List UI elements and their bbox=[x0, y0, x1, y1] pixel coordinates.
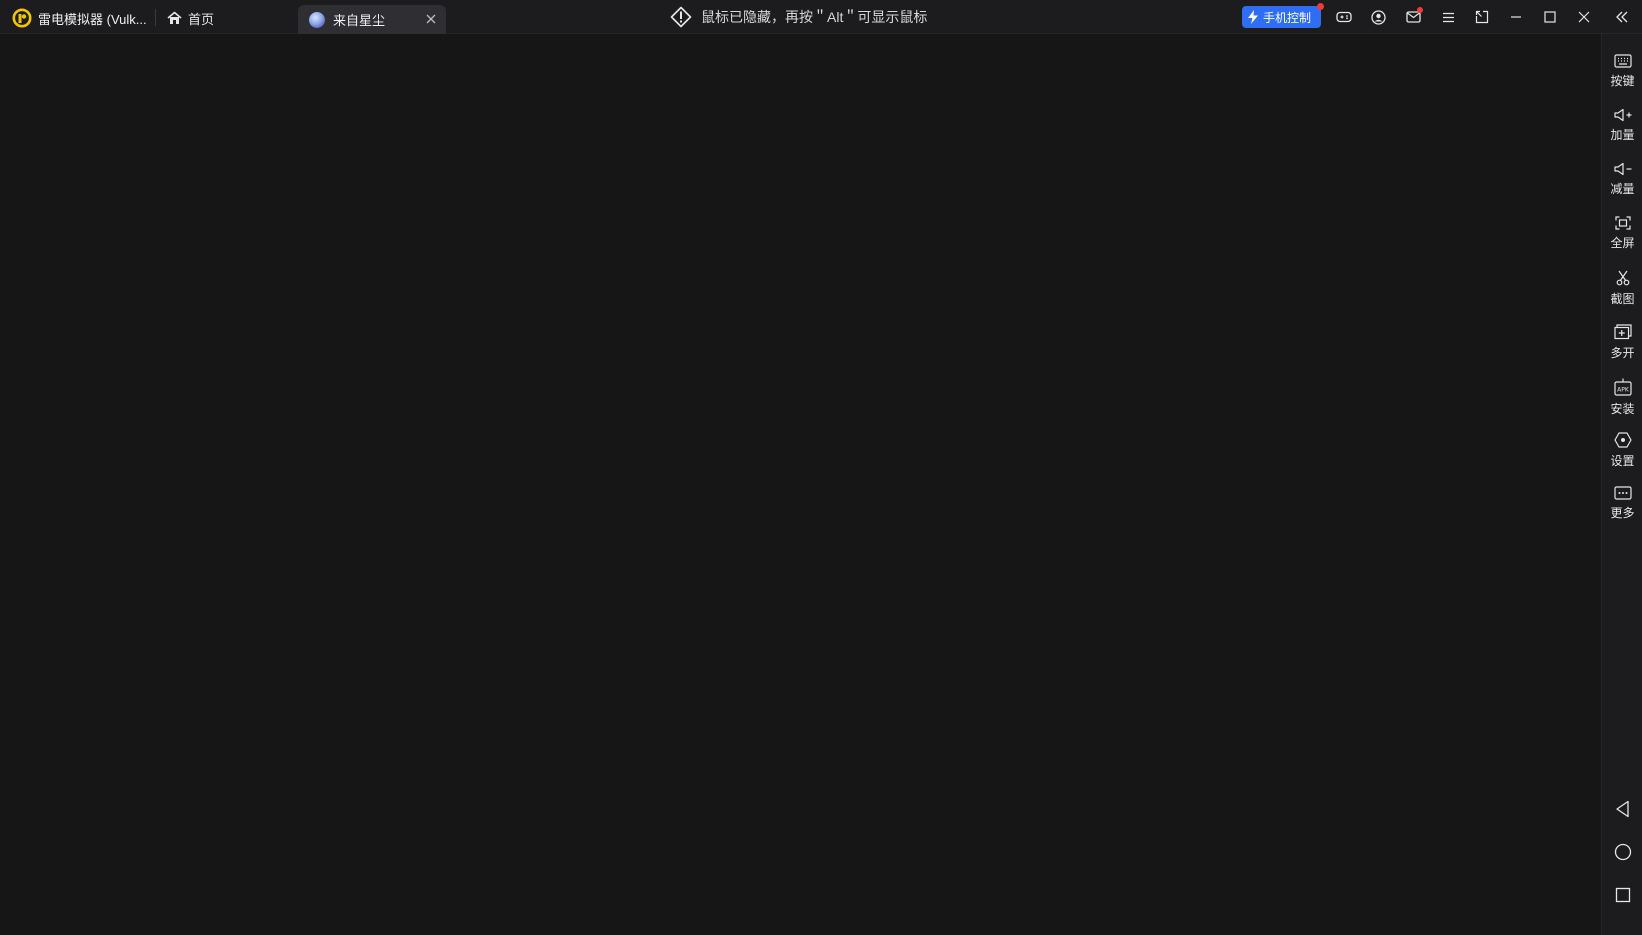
scissors-icon bbox=[1616, 270, 1629, 286]
home-icon bbox=[167, 11, 182, 24]
sidebar-item-fullscreen[interactable]: 全屏 bbox=[1602, 208, 1642, 258]
volume-up-icon bbox=[1613, 108, 1631, 122]
sidebar-item-settings[interactable]: 设置 bbox=[1602, 424, 1642, 474]
game-tab-label: 来自星尘 bbox=[333, 13, 386, 28]
close-icon bbox=[1578, 11, 1590, 23]
emulator-window: 雷电模拟器 (Vulk... 首页 来自星尘 鼠标已隐藏，再按＂Alt＂可显示鼠… bbox=[0, 0, 1642, 935]
window-mode-button[interactable] bbox=[1472, 7, 1492, 27]
sidebar-item-keymap[interactable]: 按键 bbox=[1602, 46, 1642, 96]
right-toolbar: 按键 加量 减量 全屏 截图 多开 APK 安装 设置 更多 bbox=[1601, 34, 1642, 935]
sidebar-item-volume-down[interactable]: 减量 bbox=[1602, 154, 1642, 204]
window-mode-icon bbox=[1475, 10, 1489, 24]
sidebar-item-screenshot[interactable]: 截图 bbox=[1602, 262, 1642, 312]
back-icon[interactable] bbox=[1613, 799, 1633, 819]
game-tab[interactable]: 来自星尘 bbox=[298, 5, 446, 34]
keyboard-icon bbox=[1613, 54, 1632, 68]
home-tab-label: 首页 bbox=[188, 11, 215, 27]
maximize-icon bbox=[1544, 11, 1556, 23]
sidebar-item-multi-instance[interactable]: 多开 bbox=[1602, 316, 1642, 366]
apk-install-icon: APK bbox=[1613, 378, 1632, 396]
mail-badge bbox=[1417, 7, 1423, 13]
account-button[interactable] bbox=[1368, 7, 1388, 27]
home-tab[interactable]: 首页 bbox=[163, 5, 218, 31]
fullscreen-icon bbox=[1614, 216, 1631, 230]
more-icon bbox=[1613, 486, 1632, 500]
sidebar-item-label: 加量 bbox=[1610, 128, 1635, 142]
sidebar-item-volume-up[interactable]: 加量 bbox=[1602, 100, 1642, 150]
svg-text:APK: APK bbox=[1617, 387, 1630, 394]
title-divider bbox=[155, 9, 156, 26]
phone-control-button[interactable]: 手机控制 bbox=[1242, 3, 1324, 28]
user-icon bbox=[1370, 9, 1386, 25]
mail-button[interactable] bbox=[1403, 7, 1423, 27]
sidebar-item-install-apk[interactable]: APK 安装 bbox=[1602, 370, 1642, 420]
sidebar-item-label: 多开 bbox=[1610, 346, 1635, 360]
phone-control-label: 手机控制 bbox=[1263, 10, 1312, 25]
warning-icon bbox=[670, 6, 692, 28]
mouse-hidden-notice: 鼠标已隐藏，再按＂Alt＂可显示鼠标 bbox=[670, 6, 927, 28]
sidebar-item-label: 全屏 bbox=[1610, 236, 1635, 250]
app-title: 雷电模拟器 (Vulk... bbox=[38, 12, 147, 27]
minimize-button[interactable] bbox=[1506, 7, 1526, 27]
menu-icon bbox=[1442, 12, 1454, 22]
emulator-screen[interactable] bbox=[0, 34, 1601, 935]
menu-button[interactable] bbox=[1438, 7, 1458, 27]
gamepad-icon bbox=[1336, 11, 1352, 23]
sidebar-item-label: 截图 bbox=[1610, 292, 1635, 306]
ldplayer-logo-icon bbox=[12, 8, 32, 28]
game-app-icon bbox=[309, 11, 325, 28]
volume-down-icon bbox=[1613, 162, 1631, 176]
notice-text: 鼠标已隐藏，再按＂Alt＂可显示鼠标 bbox=[701, 9, 928, 25]
double-chevron-left-icon bbox=[1616, 11, 1628, 23]
settings-icon bbox=[1613, 432, 1632, 448]
sidebar-item-label: 设置 bbox=[1610, 454, 1635, 468]
close-window-button[interactable] bbox=[1574, 7, 1594, 27]
collapse-sidebar-button[interactable] bbox=[1612, 7, 1632, 27]
sidebar-item-label: 按键 bbox=[1610, 74, 1635, 88]
lightning-icon bbox=[1248, 10, 1258, 24]
home-circle-icon[interactable] bbox=[1613, 842, 1633, 862]
sidebar-item-label: 更多 bbox=[1610, 506, 1635, 520]
multi-instance-icon bbox=[1613, 324, 1632, 340]
maximize-button[interactable] bbox=[1540, 7, 1560, 27]
title-bar: 雷电模拟器 (Vulk... 首页 来自星尘 鼠标已隐藏，再按＂Alt＂可显示鼠… bbox=[0, 0, 1642, 34]
gamepad-button[interactable] bbox=[1334, 7, 1354, 27]
sidebar-item-label: 减量 bbox=[1610, 182, 1635, 196]
recents-icon[interactable] bbox=[1613, 885, 1633, 905]
minimize-icon bbox=[1511, 16, 1521, 18]
close-tab-icon[interactable] bbox=[424, 12, 438, 26]
sidebar-item-label: 安装 bbox=[1610, 402, 1635, 416]
sidebar-item-more[interactable]: 更多 bbox=[1602, 478, 1642, 528]
notification-badge bbox=[1317, 3, 1324, 10]
